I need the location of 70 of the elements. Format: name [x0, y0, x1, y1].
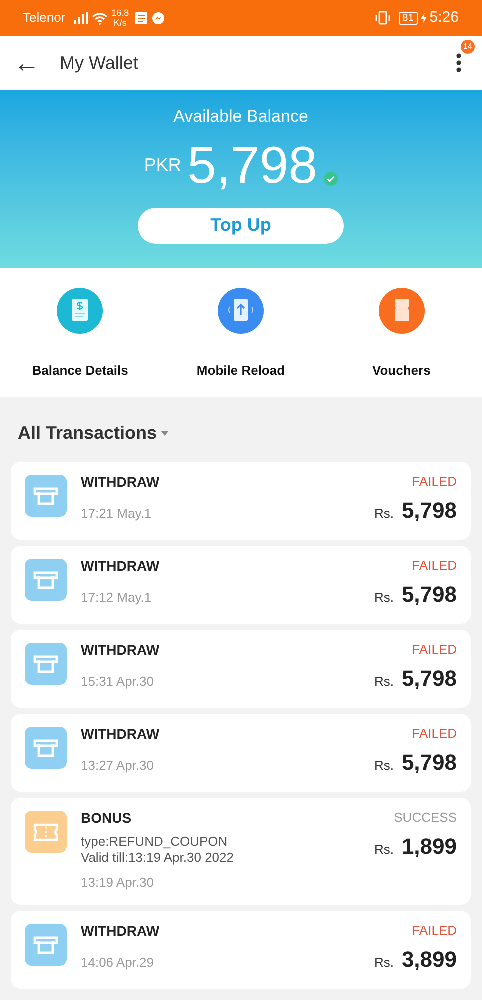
transaction-time: 17:21 May.1 [81, 505, 153, 523]
transaction-title: WITHDRAW [81, 474, 161, 491]
currency-label: Rs. [374, 954, 394, 972]
transaction-card[interactable]: WITHDRAW 13:27 Apr.30 FAILED Rs. 5,798 [11, 714, 471, 792]
status-label: FAILED [412, 558, 457, 574]
more-icon [456, 52, 462, 74]
currency-label: PKR [144, 154, 182, 177]
transaction-card[interactable]: WITHDRAW 15:31 Apr.30 FAILED Rs. 5,798 [11, 630, 471, 708]
messenger-icon [152, 12, 166, 24]
caret-icon [161, 431, 170, 436]
vibrate-icon [374, 11, 391, 25]
page-title: My Wallet [60, 52, 140, 75]
transaction-card[interactable]: WITHDRAW 17:21 May.1 FAILED Rs. 5,798 [11, 462, 471, 540]
transaction-time: 15:31 Apr.30 [81, 673, 156, 691]
back-button[interactable]: ← [14, 50, 40, 76]
status-label: FAILED [412, 642, 457, 658]
filter-dropdown[interactable]: All Transactions [18, 420, 170, 447]
transaction-card[interactable]: WITHDRAW 14:06 Apr.29 FAILED Rs. 3,899 [11, 910, 471, 988]
receipt-icon [56, 287, 104, 335]
transaction-title: BONUS [81, 810, 133, 827]
transaction-amount: 5,798 [402, 665, 457, 693]
transaction-time: 13:27 Apr.30 [81, 757, 156, 775]
atm-icon [25, 475, 67, 517]
carrier-name: Telenor [23, 9, 66, 28]
charging-icon [420, 12, 427, 24]
atm-icon [25, 727, 67, 769]
transaction-time: 17:12 May.1 [81, 589, 153, 607]
status-label: FAILED [412, 474, 457, 490]
balance-label: Available Balance [174, 106, 308, 128]
speed-unit: K/s [114, 18, 127, 28]
wifi-icon [92, 12, 108, 24]
battery-level: 81 [398, 12, 418, 24]
shortcut-item[interactable]: Balance Details [0, 268, 161, 397]
network-speed: 16.8 [112, 8, 130, 18]
transaction-card[interactable]: BONUS type:REFUND_COUPON Valid till:13:19 Apr.30 2022 13:19 Apr.30 SUCCESS Rs. 1,899 [11, 798, 471, 904]
transaction-amount: 5,798 [402, 749, 457, 777]
currency-label: Rs. [374, 673, 394, 691]
phone-icon [216, 287, 265, 335]
status-label: FAILED [412, 726, 457, 742]
shortcut-item[interactable]: Vouchers [321, 268, 482, 397]
transaction-amount: 1,899 [402, 833, 457, 861]
transaction-title: WITHDRAW [81, 726, 161, 743]
transaction-time: 13:19 Apr.30 [81, 874, 156, 892]
transaction-title: WITHDRAW [81, 558, 161, 575]
transaction-detail: Valid till:13:19 Apr.30 2022 [81, 850, 235, 866]
ticket-icon [25, 811, 67, 853]
transaction-detail: type:REFUND_COUPON [81, 834, 229, 850]
atm-icon [25, 924, 67, 966]
status-label: FAILED [412, 922, 457, 938]
status-label: SUCCESS [394, 810, 457, 826]
atm-icon [25, 643, 67, 685]
clock: 5:26 [430, 8, 459, 28]
news-icon [135, 12, 148, 24]
atm-icon [25, 559, 67, 601]
signal-icon [74, 12, 88, 24]
transaction-title: WITHDRAW [81, 642, 161, 659]
currency-label: Rs. [374, 589, 394, 607]
transaction-time: 14:06 Apr.29 [81, 954, 156, 972]
ticket-icon [378, 287, 426, 335]
currency-label: Rs. [374, 505, 394, 523]
transaction-amount: 5,798 [402, 497, 457, 525]
balance-amount: 5,798 [187, 136, 318, 196]
transaction-amount: 5,798 [402, 581, 457, 609]
transaction-card[interactable]: WITHDRAW 17:12 May.1 FAILED Rs. 5,798 [11, 546, 471, 624]
shortcut-item[interactable]: Mobile Reload [160, 268, 322, 397]
transaction-amount: 3,899 [402, 946, 457, 974]
transaction-title: WITHDRAW [81, 922, 161, 940]
notification-badge: 14 [461, 40, 475, 54]
currency-label: Rs. [374, 757, 394, 775]
currency-label: Rs. [374, 841, 394, 859]
